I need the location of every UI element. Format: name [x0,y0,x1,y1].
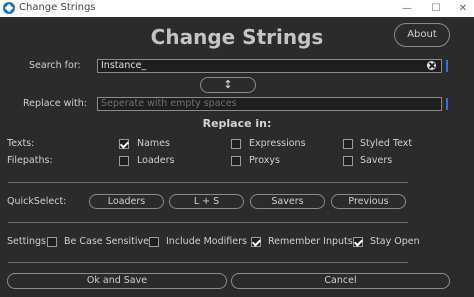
quickselect-savers-button[interactable]: Savers [250,194,325,209]
styled-text-checkbox[interactable] [343,139,353,149]
case-sensitive-checkbox[interactable] [47,237,57,247]
app-icon [3,2,15,14]
names-label: Names [137,138,170,149]
swap-button[interactable]: ↕ [200,77,256,93]
cancel-button[interactable]: Cancel [231,273,450,289]
replace-in-title: Replace in: [202,117,272,130]
close-icon[interactable]: ✕ [450,0,474,17]
search-label: Search for: [29,60,81,71]
names-checkbox[interactable] [119,139,129,149]
search-history-icon[interactable] [446,60,449,72]
replace-history-icon[interactable] [446,98,449,110]
remember-inputs-checkbox[interactable] [251,237,261,247]
proxys-label: Proxys [249,155,280,166]
case-sensitive-label: Be Case Sensitive [64,236,149,247]
styled-text-label: Styled Text [360,138,413,149]
include-modifiers-checkbox[interactable] [149,237,159,247]
proxys-checkbox[interactable] [231,156,241,166]
search-input[interactable]: Instance_ [97,59,442,73]
loaders-checkbox[interactable] [119,156,129,166]
savers-label: Savers [360,155,393,166]
quickselect-ls-button[interactable]: L + S [169,194,244,209]
stay-open-label: Stay Open [370,236,420,247]
divider [8,222,408,223]
about-button[interactable]: About [394,23,450,47]
filepaths-label: Filepaths: [7,155,53,166]
include-modifiers-label: Include Modifiers [166,236,247,247]
expressions-checkbox[interactable] [231,139,241,149]
quickselect-previous-button[interactable]: Previous [331,194,406,209]
window-titlebar: Change Strings — ☐ ✕ [0,0,474,17]
minimize-icon[interactable]: — [394,0,420,17]
ok-save-button[interactable]: Ok and Save [7,273,227,289]
replace-label: Replace with: [23,98,87,109]
expressions-label: Expressions [249,138,306,149]
loaders-label: Loaders [137,155,175,166]
savers-checkbox[interactable] [343,156,353,166]
replace-input[interactable]: Seperate with empty spaces [97,97,442,111]
divider [8,182,408,183]
quickselect-loaders-button[interactable]: Loaders [89,194,164,209]
clear-icon[interactable] [427,61,436,70]
stay-open-checkbox[interactable] [353,237,363,247]
divider [8,262,408,263]
texts-label: Texts: [7,138,35,149]
quickselect-label: QuickSelect: [7,196,67,207]
maximize-icon[interactable]: ☐ [423,0,449,17]
remember-inputs-label: Remember Inputs [268,236,353,247]
window-title: Change Strings [19,2,96,13]
settings-label: Settings: [7,236,50,247]
